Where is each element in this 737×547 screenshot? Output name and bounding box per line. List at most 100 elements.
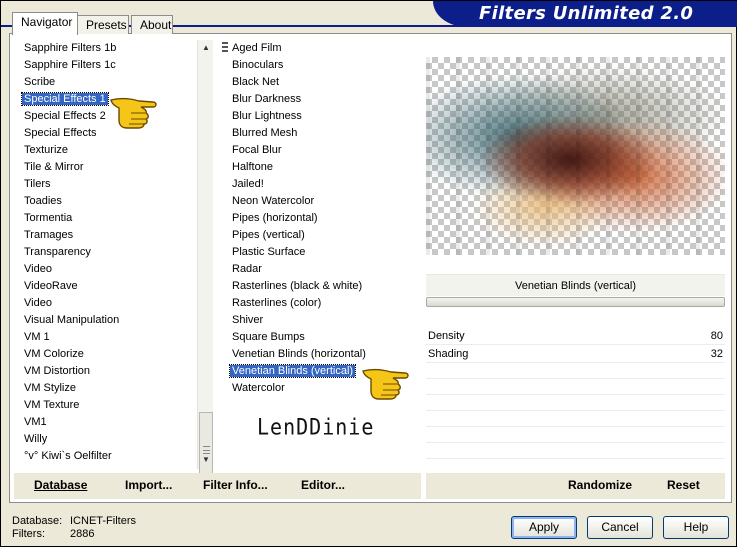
category-item[interactable]: Texturize xyxy=(21,142,197,159)
filter-item-label: Black Net xyxy=(232,76,280,88)
category-item[interactable]: Tilers xyxy=(21,176,197,193)
tab-presets[interactable]: Presets xyxy=(77,15,129,34)
category-item-label: VM Texture xyxy=(24,399,80,411)
filter-item[interactable]: Pipes (vertical) xyxy=(229,227,414,244)
apply-button[interactable]: Apply xyxy=(511,516,577,539)
filter-item-label: Aged Film xyxy=(232,42,282,54)
category-item-label: Special Effects 2 xyxy=(24,110,106,122)
category-item-label: Texturize xyxy=(24,144,69,156)
category-item-label: Special Effects xyxy=(24,127,97,139)
filter-item-label: Jailed! xyxy=(232,178,264,190)
category-item[interactable]: VideoRave xyxy=(21,278,197,295)
help-button[interactable]: Help xyxy=(663,516,729,539)
filter-item[interactable]: Rasterlines (black & white) xyxy=(229,278,414,295)
category-item-label: Transparency xyxy=(24,246,91,258)
category-item[interactable]: VM Texture xyxy=(21,397,197,414)
filter-item-label: Plastic Surface xyxy=(232,246,306,258)
import-button[interactable]: Import... xyxy=(125,478,172,492)
category-item[interactable]: Toadies xyxy=(21,193,197,210)
param-empty xyxy=(426,395,725,411)
filters-unlimited-window: Filters Unlimited 2.0 Navigator Presets … xyxy=(0,0,737,547)
category-scrollbar[interactable]: ▲ ▼ xyxy=(197,40,213,492)
category-item[interactable]: Video xyxy=(21,295,197,312)
category-item-label: VideoRave xyxy=(24,280,78,292)
filter-item-label: Pipes (horizontal) xyxy=(232,212,318,224)
category-item[interactable]: VM Colorize xyxy=(21,346,197,363)
filter-item[interactable]: Halftone xyxy=(229,159,414,176)
filter-item[interactable]: Blurred Mesh xyxy=(229,125,414,142)
filter-item-label: Halftone xyxy=(232,161,273,173)
database-button[interactable]: Database xyxy=(34,478,87,492)
category-item[interactable]: Transparency xyxy=(21,244,197,261)
category-item[interactable]: Video xyxy=(21,261,197,278)
filter-item[interactable]: Venetian Blinds (horizontal) xyxy=(229,346,414,363)
filter-item-label: Radar xyxy=(232,263,262,275)
randomize-button[interactable]: Randomize xyxy=(568,478,632,492)
param-label: Density xyxy=(428,330,465,342)
category-item[interactable]: VM1 xyxy=(21,414,197,431)
filter-item-label: Venetian Blinds (horizontal) xyxy=(232,348,366,360)
category-item[interactable]: Sapphire Filters 1c xyxy=(21,57,197,74)
filter-item[interactable]: Square Bumps xyxy=(229,329,414,346)
filter-item-label: Rasterlines (color) xyxy=(232,297,322,309)
filter-item[interactable]: Blur Darkness xyxy=(229,91,414,108)
filter-item-label: Venetian Blinds (vertical) xyxy=(229,364,357,378)
filter-item-label: Square Bumps xyxy=(232,331,305,343)
category-item[interactable]: °v° Kiwi`s Oelfilter xyxy=(21,448,197,465)
category-item[interactable]: Tile & Mirror xyxy=(21,159,197,176)
scroll-down-icon[interactable]: ▼ xyxy=(199,452,213,468)
category-item-label: Video xyxy=(24,297,52,309)
category-item-label: VM 1 xyxy=(24,331,50,343)
effect-preview xyxy=(426,57,725,255)
filter-item[interactable]: Aged Film xyxy=(229,40,414,57)
category-item-label: VM Colorize xyxy=(24,348,84,360)
pointing-hand-icon xyxy=(362,368,409,400)
category-item[interactable]: Visual Manipulation xyxy=(21,312,197,329)
param-value: 32 xyxy=(710,348,723,360)
filter-info-button[interactable]: Filter Info... xyxy=(203,478,268,492)
tab-about[interactable]: About xyxy=(131,15,173,34)
filter-item[interactable]: Pipes (horizontal) xyxy=(229,210,414,227)
category-item-label: Sapphire Filters 1c xyxy=(24,59,116,71)
filter-item[interactable]: Neon Watercolor xyxy=(229,193,414,210)
filter-item[interactable]: Radar xyxy=(229,261,414,278)
category-item-label: Tramages xyxy=(24,229,74,241)
filter-item[interactable]: Binoculars xyxy=(229,57,414,74)
filter-list[interactable]: Aged Film Binoculars Black Net Blur Darknes… xyxy=(229,40,414,467)
category-item[interactable]: Scribe xyxy=(21,74,197,91)
pointing-hand-icon xyxy=(110,97,157,129)
filter-item[interactable]: Shiver xyxy=(229,312,414,329)
filter-item[interactable]: Focal Blur xyxy=(229,142,414,159)
category-item[interactable]: Tormentia xyxy=(21,210,197,227)
param-shading[interactable]: Shading 32 xyxy=(426,345,725,363)
category-item[interactable]: VM Stylize xyxy=(21,380,197,397)
filter-item-label: Blurred Mesh xyxy=(232,127,298,139)
filter-item-label: Watercolor xyxy=(232,382,285,394)
filter-item[interactable]: Rasterlines (color) xyxy=(229,295,414,312)
filters-label: Filters: xyxy=(12,528,45,540)
category-item[interactable]: Willy xyxy=(21,431,197,448)
filter-item[interactable]: Plastic Surface xyxy=(229,244,414,261)
category-item[interactable]: Tramages xyxy=(21,227,197,244)
tab-navigator[interactable]: Navigator xyxy=(12,12,78,35)
param-label: Shading xyxy=(428,348,469,360)
category-item-label: Visual Manipulation xyxy=(24,314,120,326)
filter-item-label: Focal Blur xyxy=(232,144,282,156)
filter-item[interactable]: Black Net xyxy=(229,74,414,91)
param-empty xyxy=(426,379,725,395)
category-item-label: VM Stylize xyxy=(24,382,76,394)
scroll-up-icon[interactable]: ▲ xyxy=(199,40,213,56)
category-item[interactable]: Sapphire Filters 1b xyxy=(21,40,197,57)
category-item[interactable]: VM 1 xyxy=(21,329,197,346)
category-item[interactable]: VM Distortion xyxy=(21,363,197,380)
param-density[interactable]: Density 80 xyxy=(426,327,725,345)
filter-item[interactable]: Jailed! xyxy=(229,176,414,193)
reset-button[interactable]: Reset xyxy=(667,478,700,492)
database-info: Database: ICNET-Filters Filters: 2886 xyxy=(12,515,136,541)
category-item-label: VM1 xyxy=(24,416,47,428)
editor-button[interactable]: Editor... xyxy=(301,478,345,492)
cancel-button[interactable]: Cancel xyxy=(587,516,653,539)
filter-item[interactable]: Blur Lightness xyxy=(229,108,414,125)
category-item-label: Sapphire Filters 1b xyxy=(24,42,117,54)
filters-count: 2886 xyxy=(70,528,95,540)
